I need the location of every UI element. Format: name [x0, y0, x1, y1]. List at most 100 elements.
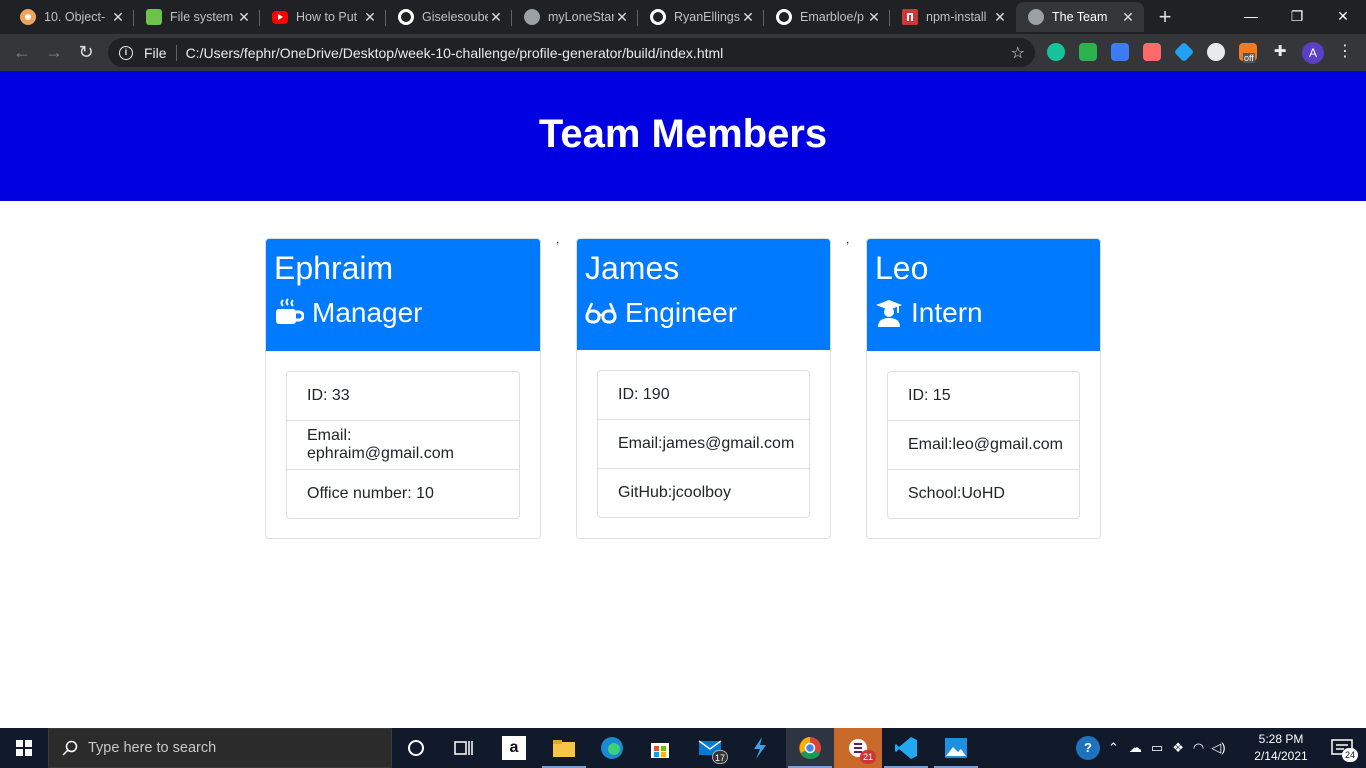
employee-card-engineer: James Engineer ID: 190 Email:james@gmail… — [576, 238, 831, 539]
tab-close-icon[interactable]: ✕ — [362, 9, 378, 26]
windows-start-button[interactable] — [0, 728, 48, 768]
diamond-icon[interactable] — [1173, 41, 1195, 63]
tab-close-icon[interactable]: ✕ — [614, 9, 630, 26]
reload-icon[interactable]: ↻ — [74, 40, 98, 64]
taskbar-search-box[interactable]: Type here to search — [48, 728, 392, 768]
github-icon — [776, 9, 792, 25]
browser-tab-strip: 10. Object- ✕ File system ✕ How to Put ✕… — [0, 0, 1366, 34]
help-icon[interactable]: ? — [1076, 736, 1100, 760]
info-icon[interactable]: i — [119, 45, 133, 60]
screencast-icon[interactable] — [1143, 43, 1161, 61]
tab-close-icon[interactable]: ✕ — [488, 9, 504, 26]
windows-logo-icon — [16, 740, 32, 756]
minimize-button[interactable]: — — [1228, 0, 1274, 32]
card-header: James Engineer — [577, 239, 830, 350]
tab-title: How to Put — [296, 10, 358, 24]
globe-icon — [524, 9, 540, 25]
page-content: Team Members , , Ephraim Manager ID: 33 … — [0, 71, 1366, 728]
mail-icon[interactable]: 17 — [686, 728, 734, 768]
notification-count-badge: 24 — [1342, 748, 1358, 762]
detail-id: ID: 190 — [618, 386, 670, 403]
grammarly-icon[interactable] — [1047, 43, 1065, 61]
browser-tab[interactable]: Giselesoube ✕ — [386, 2, 512, 32]
vscode-icon[interactable] — [882, 728, 930, 768]
github-icon — [650, 9, 666, 25]
address-scheme-label: File — [144, 44, 167, 61]
browser-tab-active[interactable]: The Team ✕ — [1016, 2, 1144, 32]
tab-close-icon[interactable]: ✕ — [740, 9, 756, 26]
amazon-icon[interactable]: a — [490, 728, 538, 768]
card-body: ID: 190 Email:james@gmail.com GitHub:jco… — [577, 350, 830, 538]
search-icon — [62, 740, 78, 756]
menu-kebab-icon[interactable]: ⋮ — [1336, 43, 1354, 61]
rss-off-icon[interactable]: off — [1239, 43, 1257, 63]
puzzle-icon[interactable]: ✚ — [1271, 43, 1289, 61]
browser-tab[interactable]: How to Put ✕ — [260, 2, 386, 32]
youtube-icon — [272, 10, 288, 24]
employee-name: Ephraim — [274, 250, 394, 286]
employee-card-manager: Ephraim Manager ID: 33 Email: ephraim@gm… — [265, 238, 541, 539]
tab-title: npm-install — [926, 10, 987, 24]
browser-toolbar: ← → ↻ i File C:/Users/fephr/OneDrive/Des… — [0, 34, 1366, 71]
wifi-icon[interactable]: ◠ — [1193, 740, 1204, 756]
stray-comma: , — [556, 232, 560, 246]
chrome-taskbar-icon[interactable] — [786, 728, 834, 768]
store-icon[interactable] — [636, 728, 684, 768]
feedly-icon[interactable] — [1079, 43, 1097, 61]
card-body: ID: 15 Email:leo@gmail.com School:UoHD — [867, 351, 1100, 539]
address-url[interactable]: C:/Users/fephr/OneDrive/Desktop/week-10-… — [186, 45, 1011, 61]
vs-code-insiders-icon[interactable] — [736, 728, 784, 768]
maximize-button[interactable]: ❐ — [1274, 0, 1320, 32]
back-arrow-icon[interactable]: ← — [10, 40, 34, 64]
browser-tab[interactable]: npm-install ✕ — [890, 2, 1016, 32]
page-title: Team Members — [538, 111, 828, 156]
role-label: Intern — [911, 297, 983, 328]
task-view-icon[interactable] — [440, 728, 488, 768]
close-window-button[interactable]: ✕ — [1320, 0, 1366, 32]
clock-date: 2/14/2021 — [1254, 749, 1308, 763]
windows-taskbar: Type here to search a 17 21 ? ⌃ ☁ ▭ ❖ ◠ … — [0, 728, 1366, 768]
taskbar-clock[interactable]: 5:28 PM 2/14/2021 — [1248, 731, 1314, 765]
detail-list: ID: 190 Email:james@gmail.com GitHub:jco… — [597, 370, 810, 518]
action-center-icon[interactable]: 24 — [1318, 728, 1366, 768]
tab-title: The Team — [1052, 10, 1108, 24]
browser-tab[interactable]: myLoneStar ✕ — [512, 2, 638, 32]
detail-id: ID: 15 — [908, 387, 951, 404]
graduate-icon — [876, 300, 902, 327]
tab-close-icon[interactable]: ✕ — [866, 9, 882, 26]
tab-close-icon[interactable]: ✕ — [236, 9, 252, 26]
browser-tab[interactable]: RyanEllings ✕ — [638, 2, 764, 32]
volume-icon[interactable]: ◁) — [1211, 740, 1225, 756]
onedrive-icon[interactable]: ☁ — [1129, 740, 1142, 756]
tab-close-icon[interactable]: ✕ — [992, 9, 1008, 26]
battery-icon[interactable]: ▭ — [1151, 740, 1163, 756]
coffee-mug-icon — [276, 298, 304, 324]
generic-globe-icon — [20, 9, 36, 25]
bookmark-star-icon[interactable]: ☆ — [1011, 43, 1025, 63]
tab-close-icon[interactable]: ✕ — [1120, 9, 1136, 26]
new-tab-button[interactable]: + — [1155, 4, 1175, 30]
npm-icon — [902, 9, 918, 25]
address-bar[interactable]: i File C:/Users/fephr/OneDrive/Desktop/w… — [108, 38, 1035, 67]
slack-icon[interactable]: 21 — [834, 728, 882, 768]
circle-icon[interactable] — [1207, 43, 1225, 61]
profile-avatar[interactable]: A — [1302, 42, 1324, 64]
card-header: Ephraim Manager — [266, 239, 540, 351]
edge-icon[interactable] — [588, 728, 636, 768]
dropbox-icon[interactable]: ❖ — [1172, 740, 1184, 756]
detail-email: Email:leo@gmail.com — [888, 420, 1079, 469]
file-explorer-icon[interactable] — [540, 728, 588, 768]
photos-icon[interactable] — [932, 728, 980, 768]
forward-arrow-icon[interactable]: → — [42, 40, 66, 64]
browser-tab[interactable]: File system ✕ — [134, 2, 260, 32]
detail-id: ID: 33 — [307, 387, 350, 404]
github-icon — [398, 9, 414, 25]
detail-list: ID: 15 Email:leo@gmail.com School:UoHD — [887, 371, 1080, 519]
tab-close-icon[interactable]: ✕ — [110, 9, 126, 26]
browser-tab[interactable]: Emarbloe/p ✕ — [764, 2, 890, 32]
notebook-icon[interactable] — [1111, 43, 1129, 61]
cortana-icon[interactable] — [392, 728, 440, 768]
browser-tab[interactable]: 10. Object- ✕ — [8, 2, 134, 32]
chevron-up-icon[interactable]: ⌃ — [1108, 740, 1119, 756]
page-header: Team Members — [0, 71, 1366, 201]
